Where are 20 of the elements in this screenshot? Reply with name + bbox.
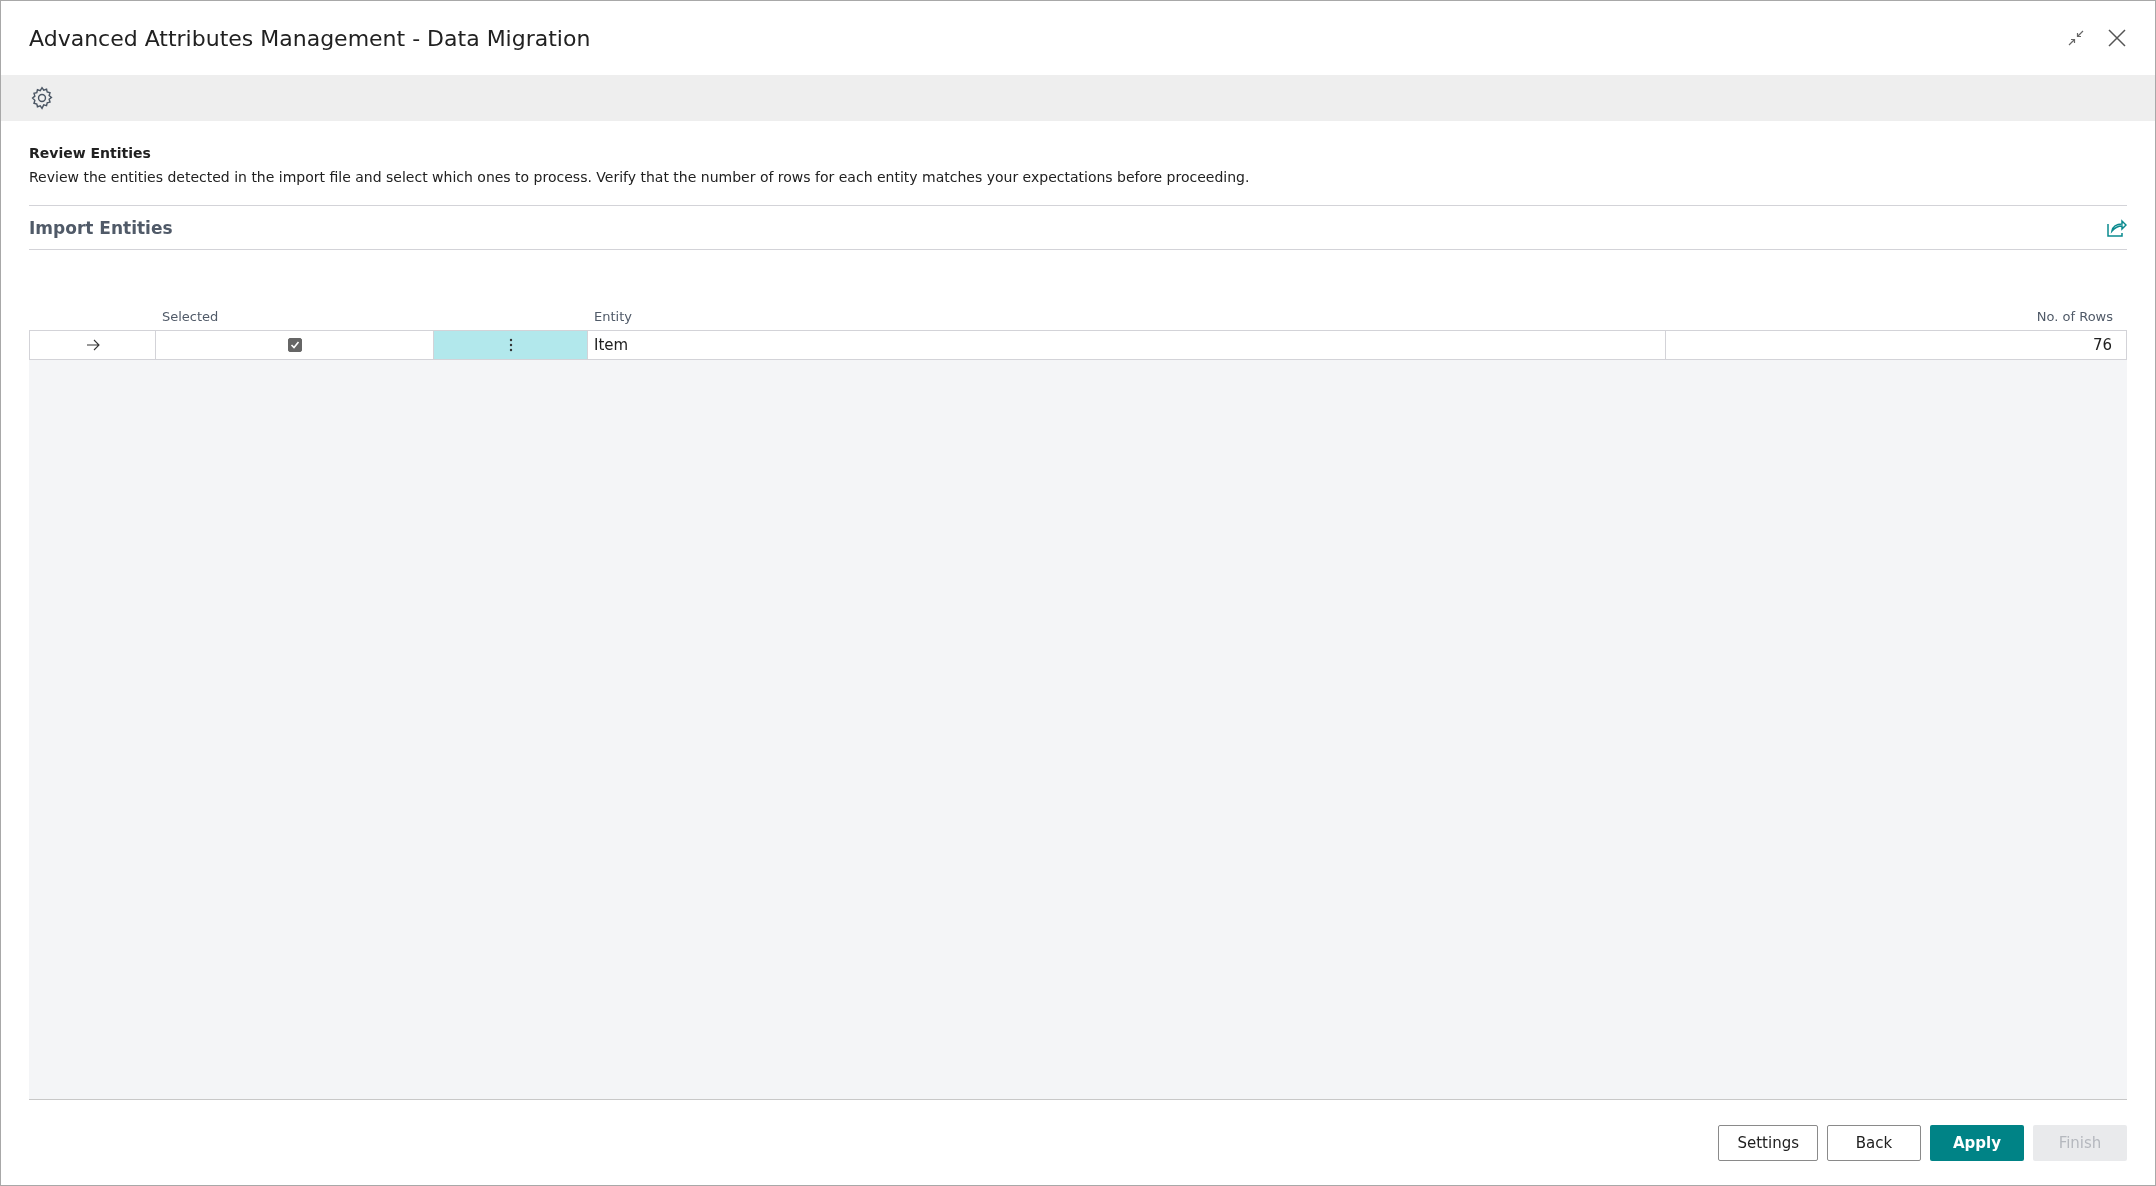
collapse-icon[interactable] (2067, 29, 2085, 47)
close-icon[interactable] (2107, 28, 2127, 48)
column-header[interactable]: No. of Rows (1666, 290, 2127, 330)
part-title: Import Entities (29, 217, 173, 238)
checkbox[interactable] (287, 338, 302, 352)
row-menu-cell[interactable] (434, 330, 588, 360)
share-icon[interactable] (2107, 218, 2127, 237)
step-title: Review Entities (29, 145, 152, 161)
table-cell: Item (588, 330, 1666, 360)
table-cell: 76 (1666, 330, 2127, 360)
more-icon[interactable] (508, 338, 513, 352)
window-title: Advanced Attributes Management - Data Migration (29, 25, 591, 51)
column-header[interactable]: Entity (588, 290, 1666, 330)
action-button[interactable]: Settings (1718, 1124, 1818, 1161)
arrow-icon (85, 339, 100, 351)
action-button[interactable]: Apply (1930, 1124, 2024, 1161)
step-description: Review the entities detected in the import file and select which ones to process. Verify that the number of rows for each entity matches your expectations before proceeding. (29, 169, 1251, 185)
action-button[interactable]: Back (1827, 1124, 1921, 1161)
settings-icon[interactable] (29, 85, 55, 111)
column-header[interactable]: Selected (156, 290, 434, 330)
